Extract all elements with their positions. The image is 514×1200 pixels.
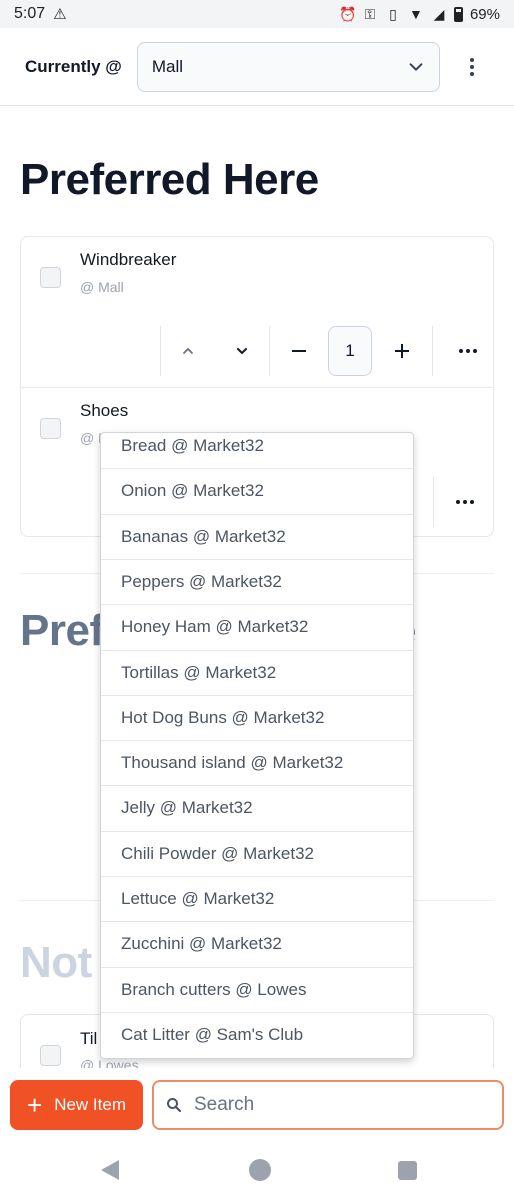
item-checkbox[interactable] bbox=[40, 1045, 61, 1066]
section-title-text: Pref bbox=[20, 606, 104, 655]
search-input[interactable] bbox=[194, 1094, 484, 1116]
bottom-bar: + New Item bbox=[0, 1068, 514, 1146]
kebab-menu-icon[interactable] bbox=[462, 55, 482, 79]
signal-icon: ◢ bbox=[433, 6, 445, 22]
current-location-label: Currently @ bbox=[25, 56, 122, 76]
chevron-down-icon bbox=[409, 62, 423, 71]
recents-icon[interactable] bbox=[398, 1161, 417, 1180]
battery-icon bbox=[453, 6, 463, 22]
item-name: Til bbox=[80, 1029, 98, 1048]
move-down-button[interactable] bbox=[215, 326, 269, 376]
new-item-button[interactable]: + New Item bbox=[10, 1080, 143, 1130]
search-suggestions-dropdown: Bread @ Market32 Onion @ Market32 Bananas … bbox=[100, 432, 414, 1059]
suggestion-item[interactable]: Onion @ Market32 bbox=[101, 468, 413, 513]
list-item: Windbreaker @ Mall 1 bbox=[21, 237, 493, 387]
item-more-button[interactable] bbox=[434, 477, 495, 527]
location-select-value: Mall bbox=[151, 56, 184, 76]
back-icon[interactable] bbox=[101, 1160, 119, 1180]
minus-icon bbox=[292, 350, 306, 352]
system-nav-bar bbox=[0, 1146, 514, 1200]
item-controls bbox=[433, 477, 495, 527]
item-more-button[interactable] bbox=[433, 326, 502, 376]
new-item-label: New Item bbox=[54, 1095, 126, 1114]
item-controls: 1 bbox=[160, 326, 502, 376]
vibrate-icon: ▯ bbox=[389, 6, 397, 22]
quantity-display[interactable]: 1 bbox=[328, 326, 372, 376]
suggestion-item[interactable]: Chili Powder @ Market32 bbox=[101, 830, 413, 876]
item-name: Windbreaker bbox=[80, 250, 177, 269]
suggestion-item[interactable]: Tortillas @ Market32 bbox=[101, 649, 413, 695]
suggestion-item[interactable]: Lettuce @ Market32 bbox=[101, 876, 413, 921]
status-bar: 5:07 ⚠ ⏰ ⚿ ▯ ▼ ◢ 69% bbox=[0, 0, 514, 28]
search-box bbox=[152, 1080, 504, 1130]
battery-percent: 69% bbox=[469, 5, 500, 23]
key-icon: ⚿ bbox=[364, 6, 376, 22]
app-header: Currently @ Mall bbox=[0, 28, 514, 106]
chevron-down-icon bbox=[237, 348, 247, 355]
item-checkbox[interactable] bbox=[40, 418, 61, 439]
section-title-preferred-here: Preferred Here bbox=[20, 155, 319, 204]
home-icon[interactable] bbox=[249, 1159, 271, 1181]
plus-icon: + bbox=[27, 1090, 43, 1120]
warning-icon: ⚠ bbox=[53, 6, 67, 23]
suggestion-item[interactable]: Bread @ Market32 bbox=[101, 433, 413, 468]
suggestion-item[interactable]: Zucchini @ Market32 bbox=[101, 921, 413, 966]
status-icons: ⏰ ⚿ ▯ ▼ ◢ 69% bbox=[339, 6, 500, 23]
wifi-icon: ▼ bbox=[409, 6, 423, 22]
search-icon bbox=[167, 1098, 182, 1113]
chevron-up-icon bbox=[183, 347, 193, 354]
status-time: 5:07 bbox=[14, 5, 46, 22]
alarm-icon: ⏰ bbox=[338, 6, 357, 22]
suggestion-item[interactable]: Thousand island @ Market32 bbox=[101, 740, 413, 785]
section-title-not: Not bbox=[20, 938, 92, 987]
suggestion-item[interactable]: Bananas @ Market32 bbox=[101, 513, 413, 559]
section-title-preferred-elsewhere: Pref bbox=[20, 606, 104, 656]
increment-button[interactable] bbox=[372, 326, 432, 376]
move-up-button[interactable] bbox=[161, 326, 215, 376]
suggestion-item[interactable]: Branch cutters @ Lowes bbox=[101, 966, 413, 1012]
decrement-button[interactable] bbox=[270, 326, 328, 376]
suggestion-item[interactable]: Peppers @ Market32 bbox=[101, 558, 413, 604]
item-name: Shoes bbox=[80, 401, 129, 420]
suggestion-item[interactable]: Cat Litter @ Sam's Club bbox=[101, 1011, 413, 1057]
suggestion-item[interactable]: Honey Ham @ Market32 bbox=[101, 604, 413, 649]
item-checkbox[interactable] bbox=[40, 267, 61, 288]
item-location: @ Mall bbox=[80, 279, 124, 295]
plus-icon bbox=[395, 344, 409, 358]
location-select[interactable]: Mall bbox=[136, 41, 440, 92]
suggestion-item[interactable]: Hot Dog Buns @ Market32 bbox=[101, 694, 413, 740]
suggestion-item[interactable]: Jelly @ Market32 bbox=[101, 785, 413, 830]
